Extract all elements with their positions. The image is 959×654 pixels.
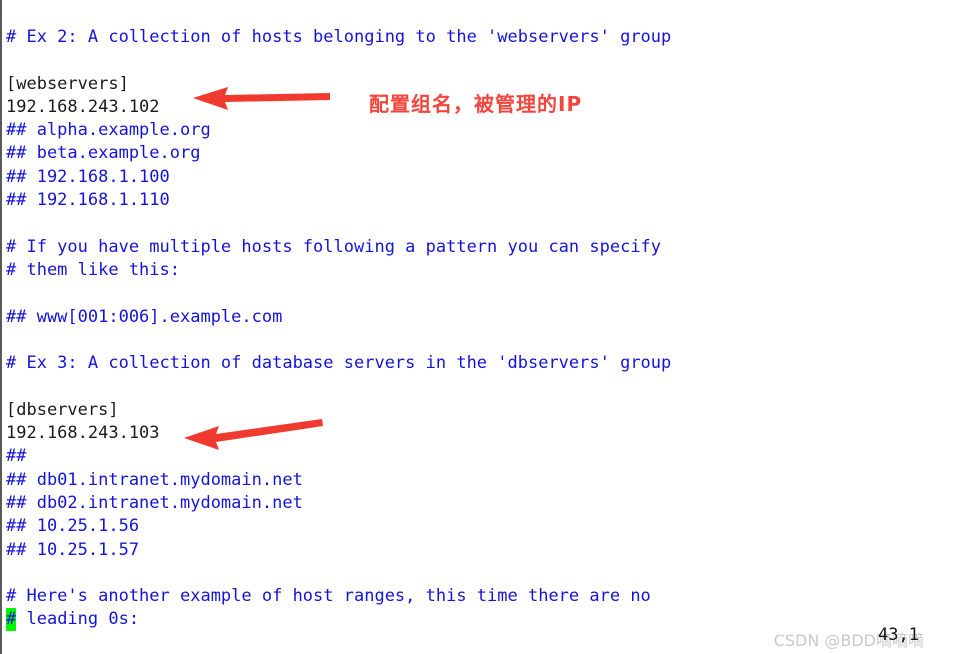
editor-line[interactable]: # them like this:	[6, 259, 959, 282]
editor-line-text: # Ex 2: A collection of hosts belonging …	[6, 27, 672, 47]
editor-line[interactable]	[6, 329, 959, 352]
editor-line-text: [dbservers]	[6, 399, 119, 420]
editor-line-text: ## 192.168.1.110	[6, 190, 170, 211]
editor-line[interactable]	[6, 49, 959, 72]
editor-line[interactable]: 192.168.243.103	[6, 422, 959, 445]
editor-line[interactable]: # Ex 3: A collection of database servers…	[6, 352, 959, 375]
editor-line[interactable]	[6, 282, 959, 305]
editor-line-text	[6, 213, 16, 233]
editor-line-text: ## beta.example.org	[6, 143, 201, 164]
editor-line-text: # them like this:	[6, 259, 180, 280]
terminal-left-rule	[0, 0, 2, 654]
editor-line-text: # Here's another example of host ranges,…	[6, 586, 651, 607]
editor-line-text: ## db01.intranet.mydomain.net	[6, 469, 303, 490]
editor-line[interactable]: [dbservers]	[6, 399, 959, 422]
editor-line-text	[6, 50, 16, 70]
editor-line-text: 192.168.243.102	[6, 96, 160, 117]
editor-line[interactable]: ## 10.25.1.56	[6, 515, 959, 538]
editor-line-text: # Ex 3: A collection of database servers…	[6, 353, 672, 374]
editor-line[interactable]: ## 192.168.1.110	[6, 189, 959, 212]
editor-line-text: ## db02.intranet.mydomain.net	[6, 492, 303, 513]
editor-line-text	[6, 283, 16, 303]
editor-line[interactable]: ## 192.168.1.100	[6, 166, 959, 189]
editor-line-text: ## 10.25.1.57	[6, 539, 140, 560]
editor-line[interactable]	[6, 562, 959, 585]
editor-line-text	[6, 376, 16, 396]
editor-line-text: ## 192.168.1.100	[6, 166, 170, 187]
editor-line[interactable]	[6, 375, 959, 398]
editor-line-text: # If you have multiple hosts following a…	[6, 236, 662, 257]
editor-line[interactable]	[6, 212, 959, 235]
editor-line-text: [webservers]	[6, 73, 129, 94]
editor-line-text: ## 10.25.1.56	[6, 516, 140, 537]
editor-line-text: ## www[001:006].example.com	[6, 306, 283, 327]
editor-line[interactable]: ## alpha.example.org	[6, 119, 959, 142]
annotation-note-group-and-ip: 配置组名，被管理的IP	[369, 92, 583, 116]
editor-line-text	[6, 563, 16, 583]
cursor-position-indicator: 43,1	[878, 625, 919, 645]
editor-line-text: ##	[6, 446, 27, 467]
editor-line[interactable]: # If you have multiple hosts following a…	[6, 236, 959, 259]
editor-line[interactable]: ## db01.intranet.mydomain.net	[6, 469, 959, 492]
editor-line[interactable]: ##	[6, 445, 959, 468]
editor-line-text	[6, 330, 16, 350]
editor-line[interactable]: # Here's another example of host ranges,…	[6, 585, 959, 608]
editor-line[interactable]: ## 10.25.1.57	[6, 539, 959, 562]
editor-line[interactable]: ## www[001:006].example.com	[6, 306, 959, 329]
editor-line[interactable]: ## db02.intranet.mydomain.net	[6, 492, 959, 515]
status-bar: CSDN @BDD嘀嘀嘀 43,1	[0, 616, 959, 654]
editor-line[interactable]: ## beta.example.org	[6, 142, 959, 165]
editor-line-text: 192.168.243.103	[6, 423, 160, 444]
editor-line[interactable]: # Ex 2: A collection of hosts belonging …	[6, 26, 959, 49]
editor-line-text: ## alpha.example.org	[6, 120, 211, 141]
